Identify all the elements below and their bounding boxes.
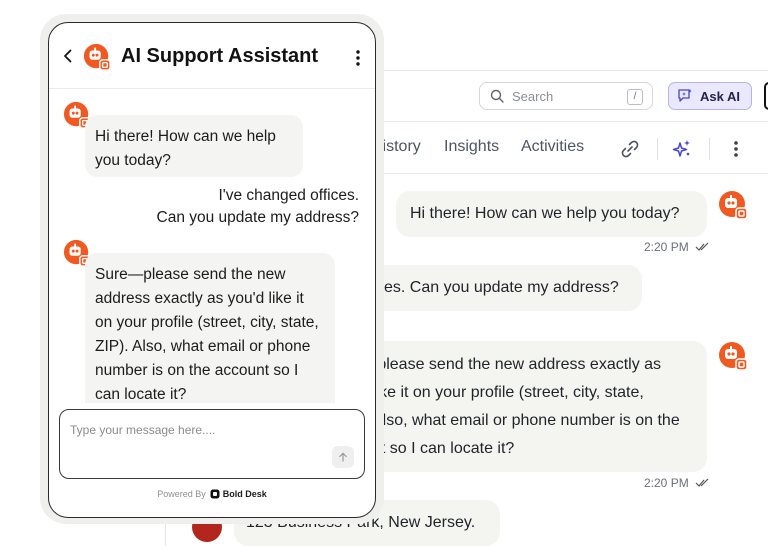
message-timestamp: 2:20 PM — [644, 240, 709, 254]
user-message-line: I've changed offices. — [218, 187, 359, 204]
bolddesk-logo-icon — [210, 489, 220, 499]
bot-message-bubble: Hi there! How can we help you today? — [396, 191, 707, 237]
brand-logo[interactable]: Bold Desk — [210, 489, 267, 499]
ask-ai-button[interactable]: Ask AI — [668, 82, 752, 110]
user-message-line: Can you update my address? — [156, 209, 359, 226]
back-arrow-icon[interactable] — [63, 49, 73, 63]
message-composer — [59, 409, 365, 479]
bot-message-bubble: Sure—please send the new address exactly… — [85, 253, 335, 403]
bot-reply-line: Also, what email or phone number is on t… — [372, 412, 680, 429]
bot-avatar-icon — [719, 342, 748, 371]
brand-name: Bold Desk — [222, 489, 267, 499]
double-check-icon — [695, 478, 709, 487]
search-shortcut-key: / — [627, 89, 643, 105]
bot-reply-line: -please send the new address exactly as — [372, 356, 662, 373]
global-search[interactable]: Search / — [479, 82, 653, 110]
widget-title: AI Support Assistant — [121, 45, 319, 67]
bot-reply-line: like it on your profile (street, city, s… — [372, 384, 644, 401]
search-icon — [490, 89, 504, 103]
widget-header: AI Support Assistant — [49, 23, 375, 89]
chat-widget: AI Support Assistant Hi there! How can w… — [48, 22, 376, 518]
link-icon[interactable] — [619, 138, 641, 160]
powered-by-text: Powered By — [157, 489, 206, 499]
send-button[interactable] — [332, 446, 354, 468]
timestamp-text: 2:20 PM — [644, 240, 689, 254]
tab-separator — [657, 138, 658, 160]
double-check-icon — [695, 242, 709, 251]
more-vertical-icon[interactable] — [725, 138, 747, 160]
ask-ai-label: Ask AI — [700, 88, 740, 104]
powered-by-footer: Powered By Bold Desk — [49, 489, 375, 499]
bot-avatar-icon — [719, 191, 748, 220]
tab-separator — [709, 138, 710, 160]
bot-avatar-icon — [83, 43, 111, 71]
bot-message-bubble: Hi there! How can we help you today? — [85, 115, 303, 177]
more-vertical-icon[interactable] — [355, 49, 361, 67]
tab-insights[interactable]: Insights — [444, 138, 499, 156]
sparkle-icon[interactable] — [671, 138, 693, 160]
search-placeholder: Search — [512, 88, 554, 104]
timestamp-text: 2:20 PM — [644, 476, 689, 490]
message-timestamp: 2:20 PM — [644, 476, 709, 490]
profile-button-edge[interactable] — [764, 82, 768, 110]
arrow-up-icon — [339, 452, 347, 462]
tab-activities[interactable]: Activities — [521, 138, 584, 156]
sparkle-chat-icon — [678, 89, 692, 102]
message-input[interactable] — [70, 420, 330, 440]
bot-reply-line: nt so I can locate it? — [372, 440, 515, 457]
user-message: I've changed offices. Can you update my … — [157, 185, 359, 229]
